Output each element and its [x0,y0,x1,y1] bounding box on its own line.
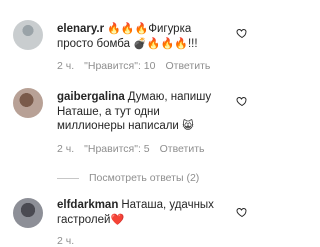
replies-divider [57,177,79,179]
view-replies-button[interactable]: Посмотреть ответы (2) [57,172,199,184]
avatar-elenary-r[interactable] [13,20,43,50]
heart-outline-icon[interactable] [236,27,248,39]
comment-2-meta: 2 ч. "Нравится": 5 Ответить [57,143,215,155]
comment-3-time: 2 ч. [57,235,75,247]
comment-1-body: elenary.r 🔥🔥🔥Фигурка просто бомба 💣🔥🔥🔥!!! [57,22,229,51]
comment-1-likes[interactable]: "Нравится": 10 [84,60,155,72]
comment-1-meta: 2 ч. "Нравится": 10 Ответить [57,60,220,72]
username-elfdarkman[interactable]: elfdarkman [57,199,118,211]
username-gaibergalina[interactable]: gaibergalina [57,91,125,103]
view-replies-label: Посмотреть ответы (2) [89,172,200,184]
comment-2-body: gaibergalina Думаю, напишу Наташе, а тут … [57,90,229,134]
comment-1-reply-button[interactable]: Ответить [165,60,210,72]
cat-emoji: 😸 [182,119,194,132]
fire-emoji: 🔥🔥🔥 [107,22,149,35]
comment-2-time: 2 ч. [57,143,75,155]
comment-2-likes[interactable]: "Нравится": 5 [84,143,149,155]
comment-2-reply-button[interactable]: Ответить [160,143,205,155]
heart-outline-icon[interactable] [236,95,248,107]
bomb-emoji: 💣🔥🔥🔥 [133,36,188,50]
heart-outline-icon[interactable] [236,206,248,218]
avatar-elfdarkman[interactable] [13,198,43,228]
avatar-gaibergalina[interactable] [13,88,43,118]
comment-3-meta: 2 ч. [57,235,74,247]
comment-1-time: 2 ч. [57,60,75,72]
username-elenary-r[interactable]: elenary.r [57,23,104,35]
comment-3-body: elfdarkman Наташа, удачных гастролей❤️ [57,198,229,227]
comment-1-exclaim: !!! [187,37,198,50]
red-heart-emoji: ❤️ [110,212,125,226]
